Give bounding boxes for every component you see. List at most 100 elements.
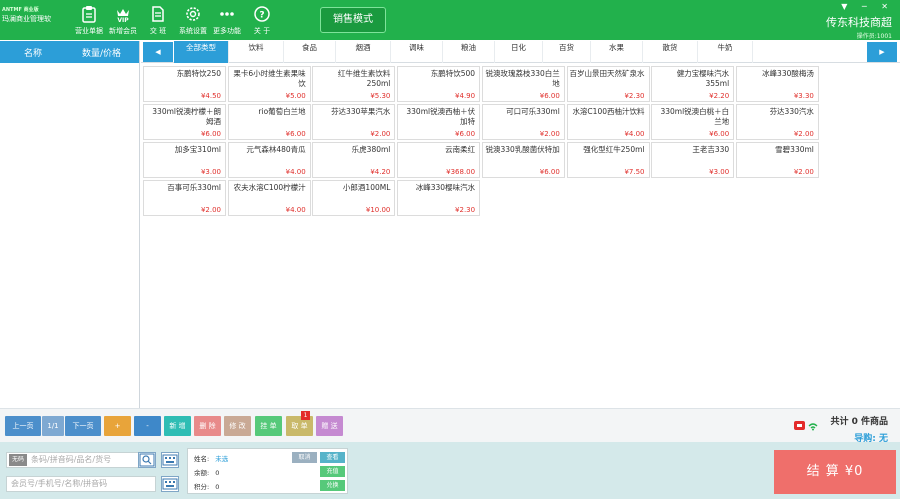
product-price: ¥3.00 (709, 168, 730, 176)
product-price: ¥2.00 (793, 130, 814, 138)
category-tab[interactable]: 粮油 (443, 41, 495, 63)
gear-icon (186, 7, 200, 21)
edit-item-button[interactable]: 修 改 (224, 416, 251, 436)
next-page-button[interactable]: 下一页 (65, 416, 101, 436)
product-card[interactable]: 百事可乐330ml ¥2.00 (143, 180, 226, 216)
gift-button[interactable]: 赠 送 (316, 416, 343, 436)
product-card[interactable]: 乐虎380ml ¥4.20 (312, 142, 396, 178)
cart-col-name: 名称 (24, 49, 43, 59)
product-name: 红牛维生素饮料250ml (337, 69, 391, 88)
toolbar-add-member[interactable]: VIP 新增会员 (107, 5, 139, 36)
category-tab[interactable]: 日化 (495, 41, 543, 63)
product-card[interactable]: 百岁山景田天然矿泉水 ¥2.30 (566, 66, 650, 102)
member-redeem-button[interactable]: 兑换 (320, 480, 345, 491)
product-name: 锐澳玫瑰荔枝330白兰地 (485, 69, 560, 88)
product-card[interactable]: 王老吉330 ¥3.00 (651, 142, 735, 178)
member-keyboard-button[interactable] (161, 476, 179, 492)
page-indicator: 1/1 (42, 416, 64, 436)
barcode-input[interactable]: 无码 条码/拼音码/品名/货号 (6, 452, 156, 468)
product-card[interactable]: 小郎酒100ML ¥10.00 (312, 180, 396, 216)
decrease-qty-button[interactable]: - (134, 416, 161, 436)
product-price: ¥2.00 (539, 130, 560, 138)
product-name: 330ml锐澳柠檬＋朗姆酒 (152, 107, 221, 126)
toolbar-about[interactable]: ? 关 于 (246, 5, 278, 36)
hold-order-button[interactable]: 挂 单 (255, 416, 282, 436)
category-tab[interactable]: 牛奶 (698, 41, 753, 63)
search-button[interactable] (138, 452, 156, 468)
prev-page-button[interactable]: 上一页 (5, 416, 41, 436)
member-balance-value: 0 (215, 469, 220, 477)
category-tab[interactable]: 烟酒 (336, 41, 391, 63)
category-tab[interactable]: 调味 (391, 41, 443, 63)
keyboard-button[interactable] (161, 452, 179, 468)
product-card[interactable]: 东鹏特饮250 ¥4.50 (143, 66, 226, 102)
category-tab[interactable]: 百货 (543, 41, 591, 63)
document-icon (152, 6, 164, 22)
product-card[interactable]: 东鹏特饮500 ¥4.90 (397, 66, 481, 102)
add-item-button[interactable]: 新 增 (164, 416, 191, 436)
scan-area: 无码 条码/拼音码/品名/货号 会员号/手机号/名称/拼音码 (6, 450, 181, 494)
product-card[interactable]: 330ml锐澳白桃＋白兰地 ¥6.00 (651, 104, 735, 140)
product-name: 小郎酒100ML (342, 183, 391, 192)
member-search-input[interactable]: 会员号/手机号/名称/拼音码 (6, 476, 156, 492)
product-price: ¥4.50 (200, 92, 221, 100)
toolbar-more[interactable]: 更多功能 (211, 5, 243, 36)
keyboard-icon (162, 454, 178, 466)
product-card[interactable]: 芬达330苹果汽水 ¥2.00 (312, 104, 396, 140)
member-balance-row: 余额: 0 (194, 467, 219, 477)
product-card[interactable]: 红牛维生素饮料250ml ¥5.30 (312, 66, 396, 102)
sales-mode-button[interactable]: 销售模式 (320, 7, 386, 33)
member-view-button[interactable]: 查看 (320, 452, 345, 463)
logo-mark: ANTMF 商业版 (2, 7, 39, 13)
product-card[interactable]: 水溶C100西柚汁饮料 ¥4.00 (566, 104, 650, 140)
member-points-row: 积分: 0 (194, 481, 219, 491)
product-card[interactable]: 健力宝樱味汽水355ml ¥2.20 (651, 66, 735, 102)
help-icon: ? (254, 6, 270, 22)
product-card[interactable]: 锐澳330乳酸菌伏特加 ¥6.00 (481, 142, 565, 178)
cart-divider (139, 41, 140, 409)
category-tab[interactable]: 散货 (643, 41, 698, 63)
product-card[interactable]: 330ml锐澳柠檬＋朗姆酒 ¥6.00 (143, 104, 226, 140)
product-card[interactable]: 雪碧330ml ¥2.00 (735, 142, 819, 178)
product-card[interactable]: 元气森林480青瓜 ¥4.00 (227, 142, 311, 178)
product-card[interactable]: 农夫水溶C100柠檬汁 ¥4.00 (227, 180, 311, 216)
product-card[interactable]: 强化型红牛250ml ¥7.50 (566, 142, 650, 178)
member-recharge-button[interactable]: 充值 (320, 466, 345, 477)
product-card[interactable]: 果卡6小时维生素果味饮 ¥5.00 (227, 66, 311, 102)
category-tab[interactable]: 饮料 (229, 41, 284, 63)
product-card[interactable]: 锐澳玫瑰荔枝330白兰地 ¥6.00 (481, 66, 565, 102)
product-price: ¥7.50 (624, 168, 645, 176)
toolbar-sales-records[interactable]: 营业单据 (73, 5, 105, 36)
product-card[interactable]: 加多宝310ml ¥3.00 (143, 142, 226, 178)
product-price: ¥2.20 (709, 92, 730, 100)
window-controls[interactable]: ▼ ─ ✕ (841, 2, 894, 11)
member-name-row: 姓名: 未选 (194, 453, 228, 463)
category-tab[interactable]: 全部类型 (174, 41, 229, 63)
cart-summary: 共计 0 件商品 导购: 无 (830, 414, 888, 444)
category-tab[interactable]: 食品 (284, 41, 336, 63)
product-name: 芬达330汽水 (769, 107, 814, 116)
product-card[interactable]: 可口可乐330ml ¥2.00 (481, 104, 565, 140)
product-card[interactable]: 冰峰330樱味汽水 ¥2.30 (397, 180, 481, 216)
product-card[interactable]: 云南柔红 ¥368.00 (397, 142, 481, 178)
member-cancel-button[interactable]: 取消 (292, 452, 317, 463)
category-next-button[interactable]: ▶ (867, 42, 897, 62)
checkout-button[interactable]: 结 算 ¥0 (774, 450, 896, 494)
keyboard-icon (162, 478, 178, 490)
product-card[interactable]: 芬达330汽水 ¥2.00 (735, 104, 819, 140)
clipboard-icon (82, 6, 96, 23)
delete-item-button[interactable]: 删 除 (194, 416, 221, 436)
product-card[interactable]: 冰峰330酸梅汤 ¥3.30 (735, 66, 819, 102)
product-price: ¥6.00 (539, 168, 560, 176)
category-tab[interactable]: 水果 (591, 41, 643, 63)
increase-qty-button[interactable]: + (104, 416, 131, 436)
category-prev-button[interactable]: ◀ (143, 42, 173, 62)
toolbar-shift[interactable]: 交 班 (142, 5, 174, 36)
toolbar-settings[interactable]: 系统设置 (177, 5, 209, 36)
product-card[interactable]: 330ml锐澳西柚＋伏加特 ¥6.00 (397, 104, 481, 140)
product-card[interactable]: rio葡萄白兰地 ¥6.00 (227, 104, 311, 140)
top-bar: ANTMF 商业版 玛澜商业管理软 营业单据 VIP 新增会员 交 班 系统设置… (0, 0, 900, 40)
no-barcode-button[interactable]: 无码 (9, 454, 27, 466)
status-icons (794, 421, 820, 433)
app-title: 玛澜商业管理软 (2, 15, 51, 23)
